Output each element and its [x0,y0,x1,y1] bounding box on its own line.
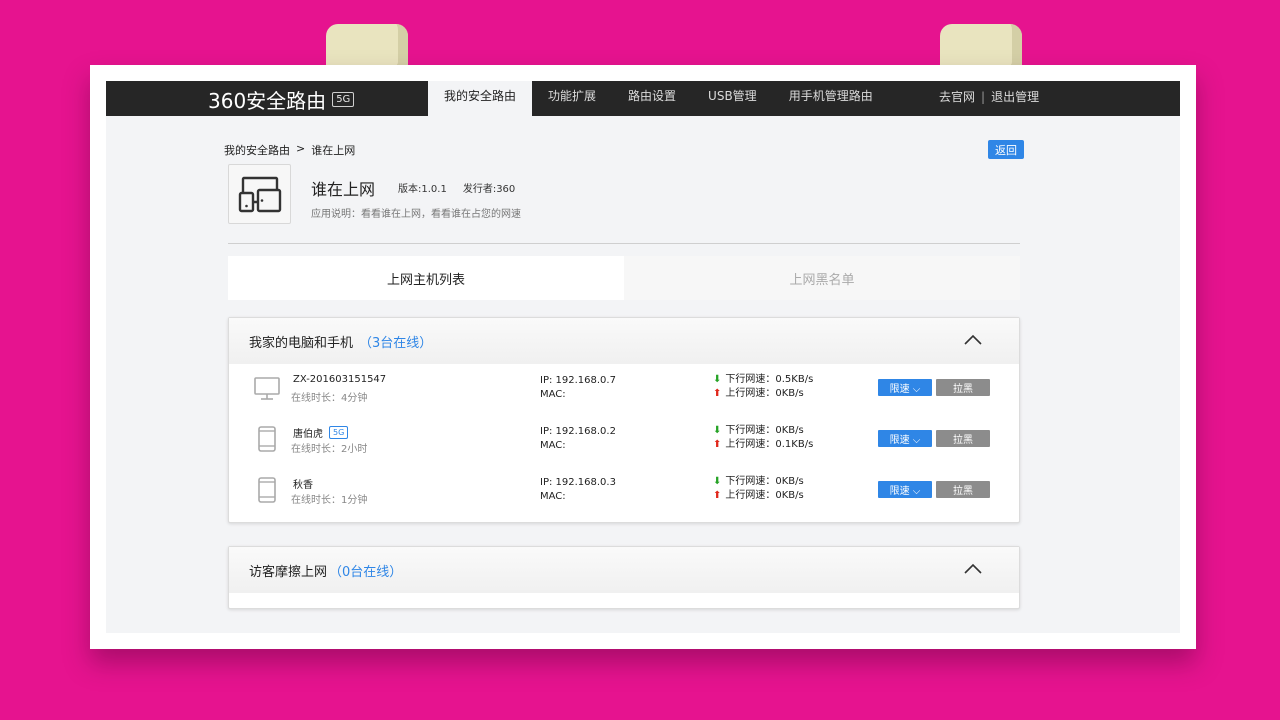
device-online-time: 在线时长：2小时 [291,444,368,455]
block-button[interactable]: 拉黑 [936,430,990,447]
device-name-text: 唐伯虎 [293,429,323,440]
device-row: ZX-201603151547 在线时长：4分钟 IP: 192.168.0.7… [229,364,1019,415]
breadcrumb-current: 谁在上网 [311,144,356,157]
logo-text: 360安全路由 [208,88,327,113]
block-button[interactable]: 拉黑 [936,379,990,396]
guest-panel-header: 访客摩擦上网 （0台在线） [229,547,1019,593]
arrow-up-icon: ⬆ [713,439,722,450]
device-ip: IP: 192.168.0.7 [540,375,616,386]
limit-speed-button[interactable]: 限速 ⌵ [878,379,932,396]
device-speed: ⬇ 下行网速：0KB/s ⬆ 上行网速：0KB/s [713,475,804,503]
device-online-time: 在线时长：4分钟 [291,393,368,404]
app-icon [228,164,291,224]
guest-online-count: （0台在线） [329,564,403,580]
devices-icon [238,176,281,213]
upload-speed: 上行网速：0KB/s [725,490,804,501]
device-row: 唐伯虎 5G 在线时长：2小时 IP: 192.168.0.2 MAC: ⬇ 下行… [229,415,1019,466]
device-address: IP: 192.168.0.3 MAC: [540,476,616,504]
section-divider [228,243,1020,244]
breadcrumb-separator: > [296,142,306,155]
band-5g-badge: 5G [329,426,349,439]
paper-frame: 360安全路由 5G 我的安全路由 功能扩展 路由设置 USB管理 用手机管理路… [90,65,1196,649]
router-admin-window: 360安全路由 5G 我的安全路由 功能扩展 路由设置 USB管理 用手机管理路… [106,81,1180,633]
block-button[interactable]: 拉黑 [936,481,990,498]
device-ip: IP: 192.168.0.3 [540,477,616,488]
phone-icon [258,426,276,452]
official-site-link[interactable]: 去官网 [939,81,975,116]
top-links: 去官网 | 退出管理 [939,81,1039,116]
download-speed: 下行网速：0.5KB/s [725,374,814,385]
device-name: 唐伯虎 5G [293,425,349,440]
app-meta: 版本:1.0.1 发行者:360 [398,180,515,195]
chevron-up-icon[interactable] [963,333,983,347]
phone-icon [258,477,276,503]
app-version: 版本:1.0.1 [398,184,447,195]
limit-speed-button[interactable]: 限速 ⌵ [878,430,932,447]
back-button[interactable]: 返回 [988,140,1024,159]
device-mac: MAC: [540,491,566,502]
nav-my-router[interactable]: 我的安全路由 [428,81,533,116]
device-name-text: 秋香 [293,480,313,491]
chevron-down-icon: ⌵ [909,486,921,497]
tab-host-list[interactable]: 上网主机列表 [228,256,624,300]
arrow-down-icon: ⬇ [713,476,722,487]
device-speed: ⬇ 下行网速：0.5KB/s ⬆ 上行网速：0KB/s [713,373,813,401]
top-link-divider: | [981,90,986,104]
nav-extensions[interactable]: 功能扩展 [532,81,612,116]
chevron-down-icon: ⌵ [909,435,921,446]
device-name: ZX-201603151547 [293,374,386,385]
arrow-down-icon: ⬇ [713,425,722,436]
monitor-icon [254,377,280,400]
chevron-down-icon: ⌵ [909,384,921,395]
app-title: 谁在上网 [311,180,376,199]
limit-speed-button[interactable]: 限速 ⌵ [878,481,932,498]
upload-speed: 上行网速：0KB/s [725,388,804,399]
guest-panel-title: 访客摩擦上网 [249,564,328,580]
limit-speed-label: 限速 [889,384,910,395]
device-mac: MAC: [540,389,566,400]
chevron-up-icon[interactable] [963,562,983,576]
upload-speed: 上行网速：0.1KB/s [725,439,814,450]
app-description: 应用说明：看看谁在上网，看看谁在占您的网速 [311,209,521,220]
main-nav: 我的安全路由 功能扩展 路由设置 USB管理 用手机管理路由 [428,81,889,116]
devices-panel: 我家的电脑和手机 （3台在线） ZX-201603151547 在线时长：4分钟 [228,317,1020,523]
arrow-down-icon: ⬇ [713,374,722,385]
guest-panel: 访客摩擦上网 （0台在线） [228,546,1020,609]
device-name: 秋香 [293,476,313,491]
download-speed: 下行网速：0KB/s [725,476,804,487]
arrow-up-icon: ⬆ [713,388,722,399]
logo: 360安全路由 5G [208,87,355,113]
device-online-time: 在线时长：1分钟 [291,495,368,506]
device-name-text: ZX-201603151547 [293,374,387,385]
device-address: IP: 192.168.0.2 MAC: [540,425,616,453]
logout-link[interactable]: 退出管理 [991,81,1039,116]
device-mac: MAC: [540,440,566,451]
tab-bar: 上网主机列表 上网黑名单 [228,256,1020,300]
top-nav-bar: 360安全路由 5G 我的安全路由 功能扩展 路由设置 USB管理 用手机管理路… [106,81,1180,116]
devices-panel-title: 我家的电脑和手机 [249,335,354,351]
devices-online-count: （3台在线） [359,335,433,351]
device-ip: IP: 192.168.0.2 [540,426,616,437]
tab-blacklist[interactable]: 上网黑名单 [624,256,1020,300]
app-publisher: 发行者:360 [462,184,516,195]
download-speed: 下行网速：0KB/s [725,425,804,436]
breadcrumb: 我的安全路由 > 谁在上网 [224,142,355,158]
arrow-up-icon: ⬆ [713,490,722,501]
devices-panel-header: 我家的电脑和手机 （3台在线） [229,318,1019,364]
nav-mobile-management[interactable]: 用手机管理路由 [773,81,889,116]
breadcrumb-home[interactable]: 我的安全路由 [224,142,290,158]
limit-speed-label: 限速 [889,435,910,446]
logo-5g-badge: 5G [332,91,355,107]
device-address: IP: 192.168.0.7 MAC: [540,374,616,402]
device-row: 秋香 在线时长：1分钟 IP: 192.168.0.3 MAC: ⬇ 下行网速：0… [229,466,1019,517]
device-speed: ⬇ 下行网速：0KB/s ⬆ 上行网速：0.1KB/s [713,424,813,452]
nav-usb-management[interactable]: USB管理 [692,81,773,116]
nav-router-settings[interactable]: 路由设置 [612,81,692,116]
limit-speed-label: 限速 [889,486,910,497]
